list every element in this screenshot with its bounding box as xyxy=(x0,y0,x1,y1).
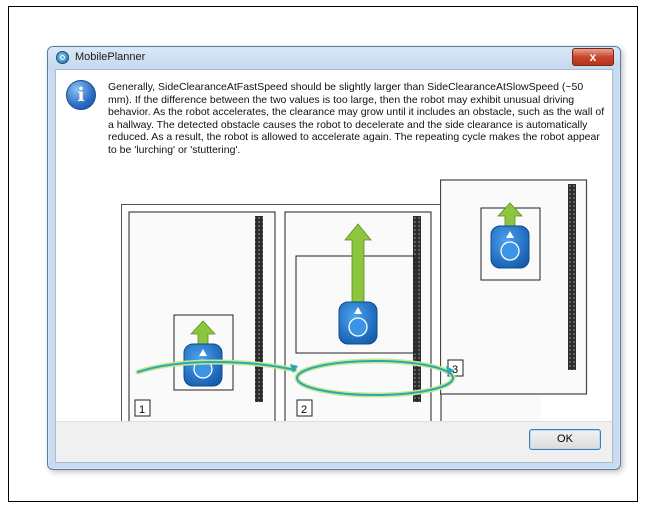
message-text: Generally, SideClearanceAtFastSpeed shou… xyxy=(108,81,605,156)
info-glyph: i xyxy=(77,84,85,106)
mobileplanner-app-icon xyxy=(56,51,69,64)
ok-button[interactable]: OK xyxy=(529,429,601,450)
dialog-footer: OK xyxy=(56,421,612,462)
panel-3-robot-sensor xyxy=(500,241,520,261)
close-icon: x xyxy=(589,50,597,64)
info-icon: i xyxy=(66,80,96,110)
panel-2-robot-sensor xyxy=(348,317,368,337)
cycle-arrows xyxy=(135,358,456,398)
window-title: MobilePlanner xyxy=(75,51,146,63)
cycle-loop-2-3 xyxy=(296,360,454,396)
close-button[interactable]: x xyxy=(572,48,614,66)
title-bar[interactable]: MobilePlanner x xyxy=(48,47,620,69)
panel-3-wall xyxy=(568,184,576,370)
